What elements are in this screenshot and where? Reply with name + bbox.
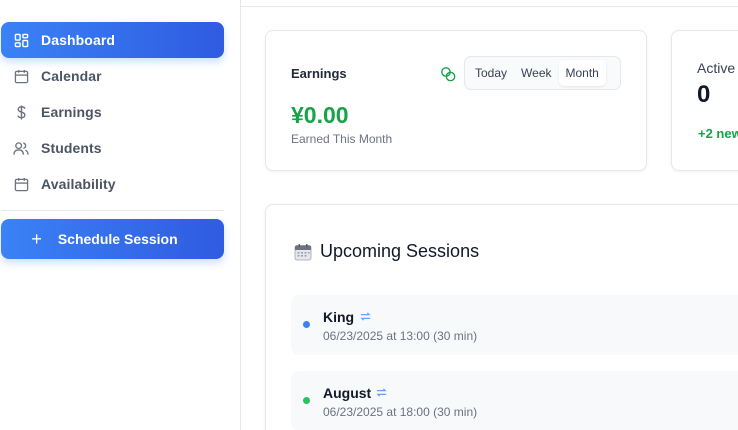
sidebar-item-label: Availability <box>41 176 116 192</box>
session-item[interactable]: August 06/23/2025 at 18:00 (30 min) <box>291 371 738 430</box>
sidebar-divider <box>1 210 224 211</box>
upcoming-sessions-header: Upcoming Sessions <box>294 241 479 262</box>
period-toggle: Today Week Month <box>464 56 621 90</box>
active-students-count: 0 <box>697 81 711 108</box>
repeat-icon <box>359 310 373 324</box>
coins-icon <box>440 66 456 82</box>
dollar-icon <box>13 104 29 120</box>
session-student-name: August <box>323 385 372 401</box>
users-icon <box>13 140 29 156</box>
earnings-amount: ¥0.00 <box>291 102 349 128</box>
dashboard-icon <box>13 32 29 48</box>
sidebar: Dashboard Calendar Earnings Students Ava… <box>0 0 241 430</box>
earnings-card: Earnings Today Week Month ¥0.00 Earned T… <box>265 30 647 171</box>
period-option-month[interactable]: Month <box>558 60 606 86</box>
sidebar-item-calendar[interactable]: Calendar <box>1 58 224 94</box>
earnings-title: Earnings <box>291 66 347 81</box>
sidebar-item-label: Students <box>41 140 102 156</box>
sidebar-item-availability[interactable]: Availability <box>1 166 224 202</box>
earnings-subtitle: Earned This Month <box>291 132 393 146</box>
upcoming-sessions-card: Upcoming Sessions King 06/23/2025 at 13:… <box>265 204 738 430</box>
calendar-icon <box>13 176 29 192</box>
period-option-today[interactable]: Today <box>468 60 514 86</box>
session-status-dot <box>303 397 310 404</box>
sidebar-item-label: Calendar <box>41 68 102 84</box>
session-status-dot <box>303 321 310 328</box>
repeat-icon <box>375 386 389 400</box>
session-student-name: King <box>323 309 355 325</box>
header-divider <box>241 6 738 7</box>
session-time: 06/23/2025 at 13:00 (30 min) <box>323 329 478 343</box>
active-students-change: +2 new <box>698 126 738 141</box>
active-students-card: Active 0 +2 new <box>671 30 738 171</box>
upcoming-sessions-title: Upcoming Sessions <box>320 241 480 261</box>
sidebar-item-label: Dashboard <box>41 32 116 48</box>
active-students-title: Active <box>697 60 736 76</box>
plus-icon: + <box>31 228 42 249</box>
calendar-emoji-icon <box>294 243 312 261</box>
sidebar-item-earnings[interactable]: Earnings <box>1 94 224 130</box>
sidebar-item-dashboard[interactable]: Dashboard <box>1 22 224 58</box>
sidebar-item-label: Earnings <box>41 104 102 120</box>
session-time: 06/23/2025 at 18:00 (30 min) <box>323 405 478 419</box>
schedule-session-button[interactable]: + Schedule Session <box>1 219 224 259</box>
sidebar-item-students[interactable]: Students <box>1 130 224 166</box>
calendar-icon <box>13 68 29 84</box>
schedule-session-label: Schedule Session <box>57 231 178 247</box>
period-option-week[interactable]: Week <box>514 60 558 86</box>
session-item[interactable]: King 06/23/2025 at 13:00 (30 min) <box>291 295 738 355</box>
